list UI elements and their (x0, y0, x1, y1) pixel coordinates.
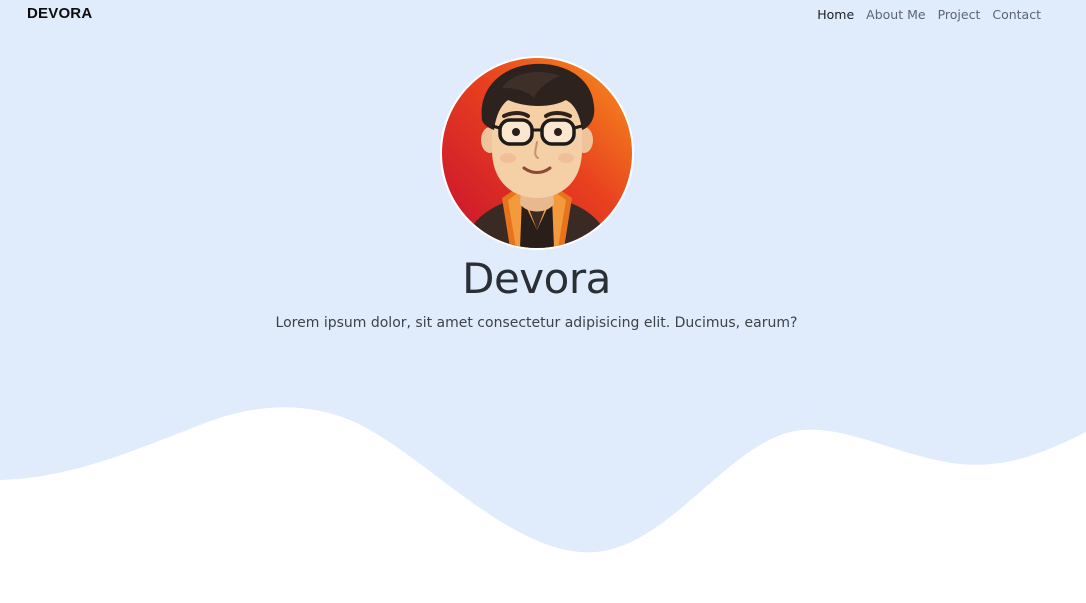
hero-subtitle: Lorem ipsum dolor, sit amet consectetur … (275, 315, 798, 331)
nav-links: Home About Me Project Contact (817, 6, 1041, 24)
nav-link-contact[interactable]: Contact (992, 7, 1041, 22)
nav-link-about-me[interactable]: About Me (866, 7, 925, 22)
nav-link-project[interactable]: Project (938, 7, 981, 22)
hero-title: Devora (462, 254, 611, 303)
page: DEVORA Home About Me Project Contact Dev… (0, 0, 1086, 603)
avatar (440, 56, 634, 250)
navbar: DEVORA Home About Me Project Contact (0, 0, 1086, 28)
nav-item-home: Home (817, 6, 854, 24)
brand-logo[interactable]: DEVORA (27, 5, 92, 22)
nav-link-home[interactable]: Home (817, 7, 854, 22)
person-avatar-icon (442, 58, 632, 248)
nav-item-about: About Me (866, 6, 925, 24)
nav-item-contact: Contact (992, 6, 1041, 24)
nav-item-project: Project (938, 6, 981, 24)
